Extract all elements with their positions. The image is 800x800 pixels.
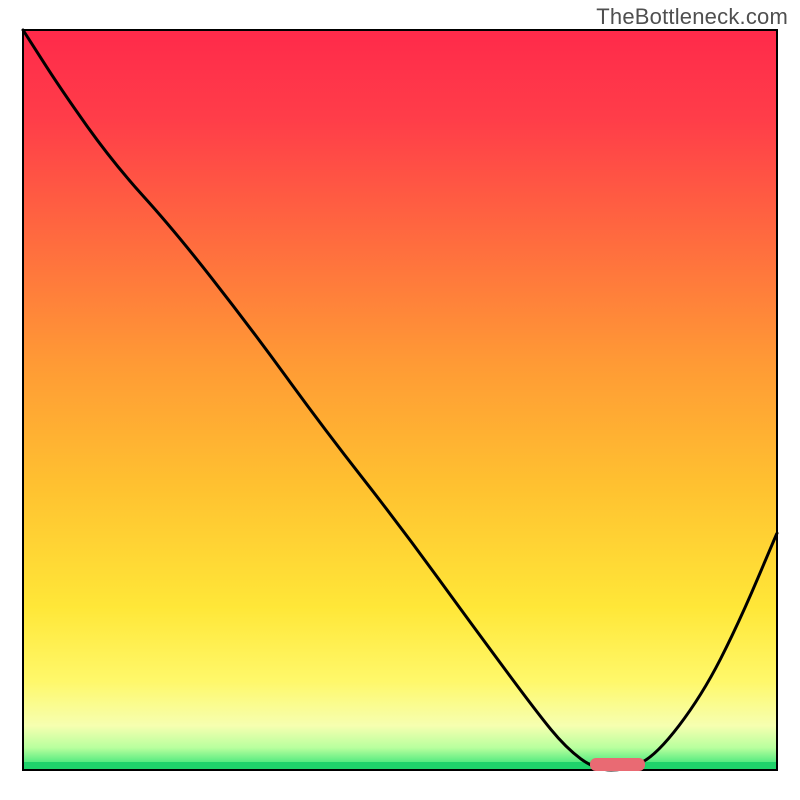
chart-container: TheBottleneck.com bbox=[0, 0, 800, 800]
plot-background bbox=[23, 30, 777, 770]
green-baseline-strip bbox=[23, 762, 777, 770]
optimal-range-marker bbox=[590, 758, 645, 771]
bottleneck-chart bbox=[0, 0, 800, 800]
